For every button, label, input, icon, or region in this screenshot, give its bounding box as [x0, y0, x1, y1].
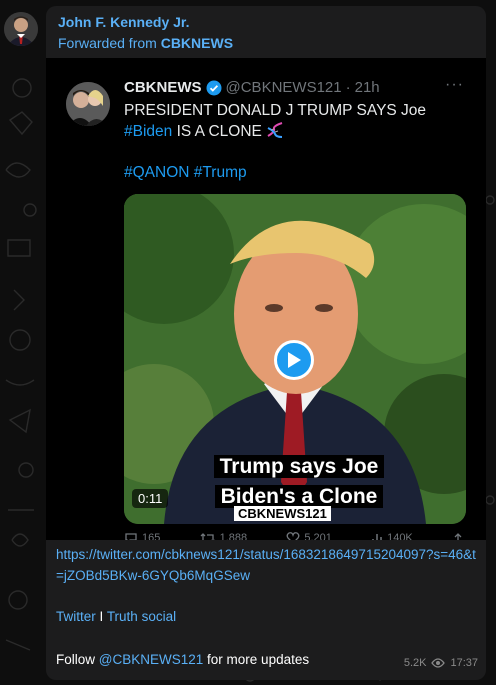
tweet-author-name: CBKNEWS	[124, 79, 202, 96]
tweet-header: CBKNEWS @CBKNEWS121 · 21h	[124, 79, 380, 96]
message-meta: 5.2K 17:37	[404, 657, 478, 669]
tweet-link[interactable]: https://twitter.com/cbknews121/status/16…	[56, 544, 480, 586]
tweet-hashtags: #QANON #Trump	[124, 164, 247, 182]
play-button[interactable]	[274, 340, 314, 380]
truth-social-link[interactable]: Truth social	[107, 609, 176, 624]
verified-badge-icon	[206, 80, 221, 95]
video-duration: 0:11	[132, 489, 169, 508]
social-links: Twitter I Truth social	[56, 609, 176, 624]
follow-prefix: Follow	[56, 652, 96, 667]
video-caption-line1: Trump says Joe	[213, 455, 385, 478]
tweet-separator: ·	[345, 79, 351, 96]
dna-emoji-icon	[267, 122, 283, 138]
forwarded-from[interactable]: Forwarded from CBKNEWS	[58, 35, 233, 51]
message-bubble: John F. Kennedy Jr. Forwarded from CBKNE…	[46, 6, 486, 680]
share-action	[452, 532, 464, 540]
more-options-icon: ···	[445, 76, 464, 93]
play-icon	[288, 352, 301, 368]
tweet-actions: 165 1,888 5,201 140K	[124, 532, 464, 540]
sender-avatar[interactable]	[4, 12, 38, 46]
video-caption-line2: Biden's a Clone	[214, 485, 384, 508]
follow-suffix: for more updates	[207, 652, 310, 667]
tweet-hashtag-biden: #Biden	[124, 123, 173, 140]
tweet-video[interactable]: Trump says Joe Biden's a Clone CBKNEWS12…	[124, 194, 466, 524]
tweet-hashtag-trump: #Trump	[193, 164, 247, 181]
tweet-avatar	[66, 82, 110, 126]
retweet-count: 1,888	[219, 532, 248, 540]
tweet-hashtag-qanon: #QANON	[124, 164, 190, 181]
follow-line: Follow @CBKNEWS121 for more updates	[56, 652, 309, 667]
views-action: 140K	[371, 532, 413, 540]
tweet-text: PRESIDENT DONALD J TRUMP SAYS Joe #Biden…	[124, 100, 464, 142]
bar-chart-icon	[372, 534, 382, 540]
view-count-label: 5.2K	[403, 657, 427, 669]
message-time: 17:37	[450, 657, 478, 669]
retweet-action: 1,888	[200, 532, 248, 540]
like-action: 5,201	[286, 532, 332, 540]
like-count: 5,201	[304, 532, 332, 540]
link-separator: I	[99, 609, 104, 624]
view-count: 140K	[387, 532, 413, 540]
video-caption: Trump says Joe Biden's a Clone	[204, 452, 394, 512]
tweet-text-part1: PRESIDENT DONALD J TRUMP SAYS Joe	[124, 102, 427, 119]
follow-handle-link[interactable]: @CBKNEWS121	[99, 652, 204, 667]
avatar-photo-icon	[66, 82, 110, 126]
eye-icon	[431, 658, 446, 668]
heart-icon	[286, 532, 300, 540]
reply-count: 165	[142, 532, 161, 540]
share-icon	[454, 533, 462, 540]
sender-name[interactable]: John F. Kennedy Jr.	[58, 14, 189, 30]
tweet-image[interactable]: CBKNEWS @CBKNEWS121 · 21h ··· PRESIDENT …	[46, 58, 486, 540]
twitter-link[interactable]: Twitter	[56, 609, 96, 624]
retweet-icon	[200, 533, 215, 540]
reply-icon	[125, 533, 137, 540]
tweet-text-part2: IS A CLONE	[176, 123, 262, 140]
forwarded-source[interactable]: CBKNEWS	[161, 35, 233, 51]
reply-action: 165	[124, 532, 160, 540]
tweet-time: 21h	[354, 79, 380, 96]
forwarded-prefix: Forwarded from	[58, 35, 157, 51]
video-caption-tag: CBKNEWS121	[234, 506, 331, 521]
avatar-photo-icon	[4, 12, 38, 46]
tweet-handle: @CBKNEWS121	[225, 79, 342, 96]
